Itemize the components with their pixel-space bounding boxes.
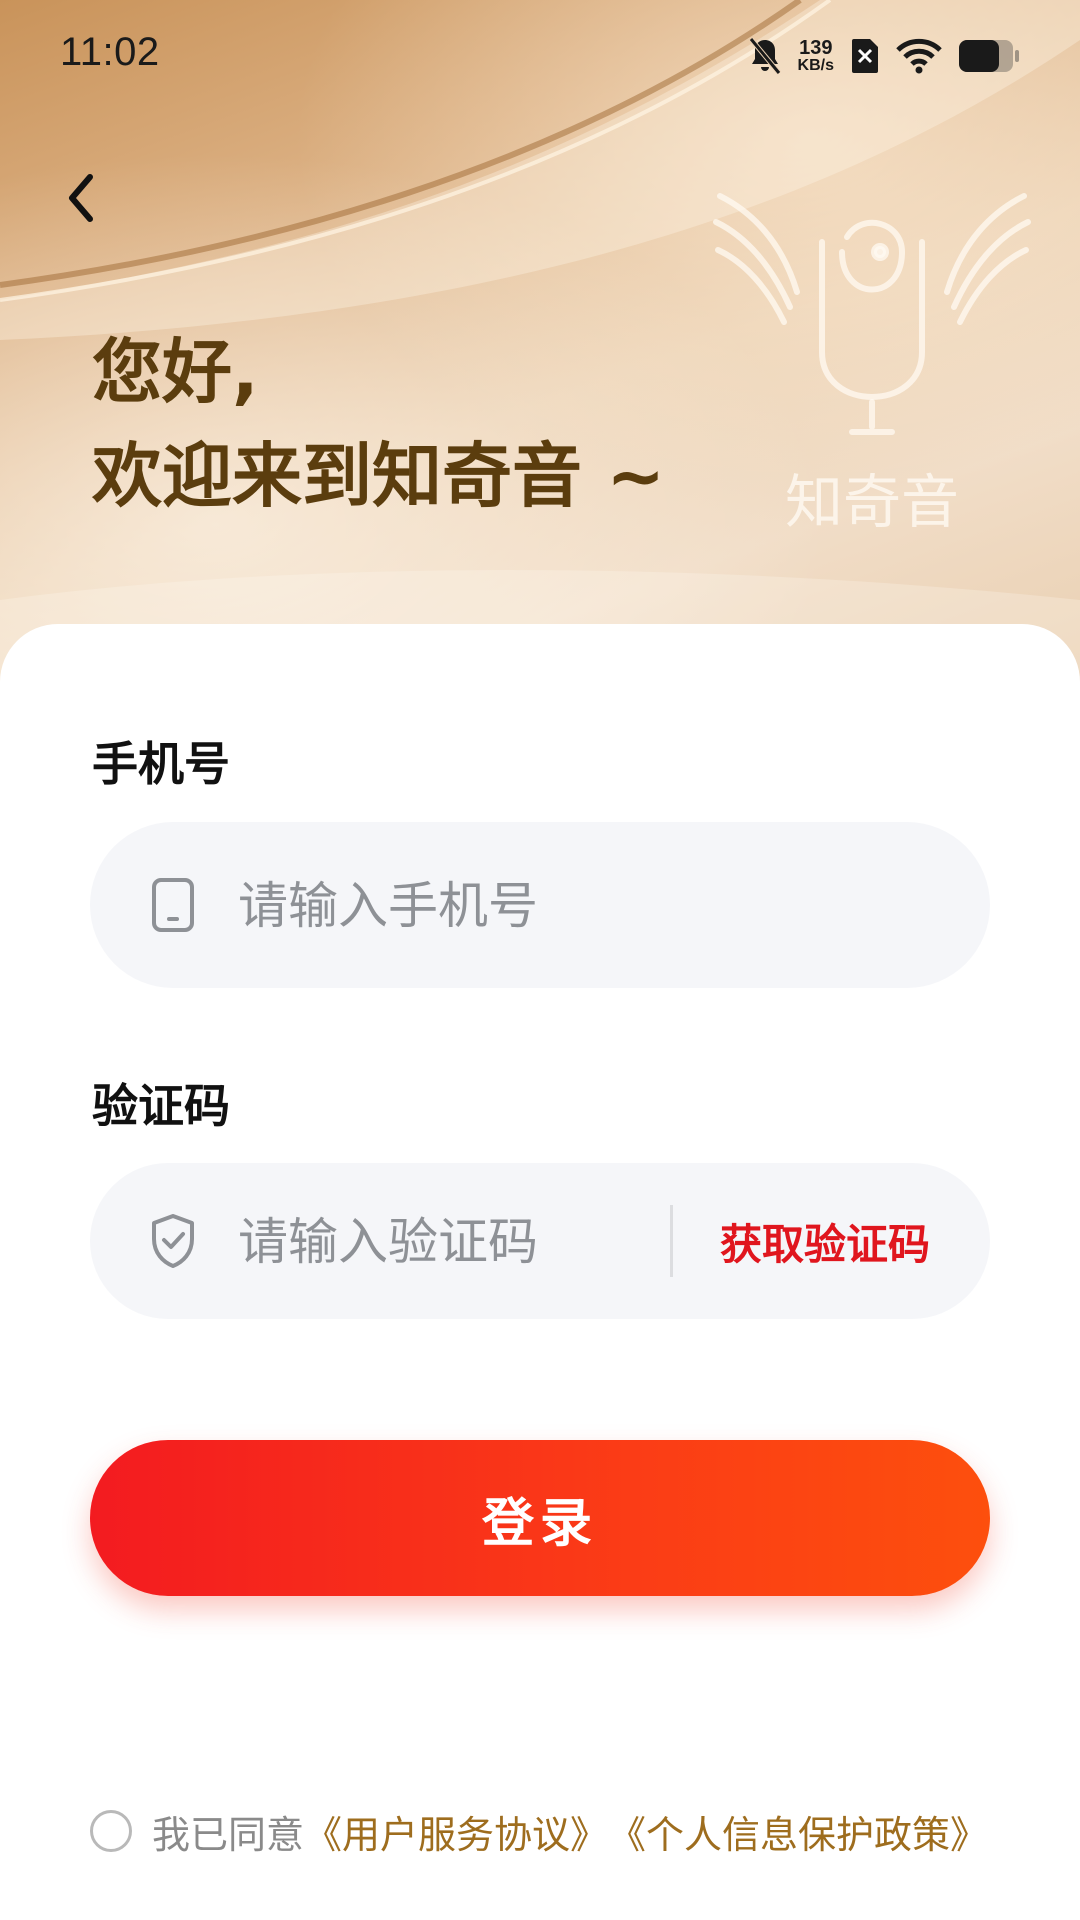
greeting-line-2: 欢迎来到知奇音 ~	[92, 435, 666, 517]
status-bar: 11:02 139 KB/s	[0, 0, 1080, 112]
bell-muted-icon	[748, 37, 781, 75]
net-speed-unit: KB/s	[797, 57, 834, 74]
wifi-icon	[896, 38, 942, 74]
get-code-button[interactable]: 获取验证码	[720, 1163, 930, 1319]
field-divider	[670, 1205, 673, 1277]
greeting: 您好, 欢迎来到知奇音 ~	[92, 320, 665, 528]
agree-checkbox[interactable]	[90, 1810, 132, 1852]
chevron-left-icon	[69, 174, 93, 222]
app-logo: 知奇音	[713, 193, 1031, 536]
phone-field[interactable]	[90, 822, 990, 990]
login-button[interactable]: 登录	[90, 1440, 990, 1596]
privacy-policy-link[interactable]: 《个人信息保护政策》	[608, 1804, 988, 1859]
agreement-prefix: 我已同意	[152, 1812, 305, 1857]
greeting-line-1: 您好,	[92, 331, 259, 413]
net-speed: 139 KB/s	[798, 38, 834, 74]
sim-off-icon	[852, 39, 878, 73]
phone-icon	[152, 878, 194, 932]
code-field[interactable]: 获取验证码	[90, 1163, 990, 1321]
code-input[interactable]	[236, 1163, 660, 1321]
logo-text: 知奇音	[785, 468, 959, 536]
back-button[interactable]	[56, 168, 106, 228]
user-agreement-link[interactable]: 《用户服务协议》	[304, 1804, 608, 1859]
agreement-row: 我已同意 《用户服务协议》 《个人信息保护政策》	[90, 1804, 988, 1859]
phone-label: 手机号	[92, 737, 230, 791]
status-time: 11:02	[60, 30, 160, 74]
battery-icon	[959, 40, 1019, 72]
phone-input[interactable]	[236, 822, 720, 990]
shield-check-icon	[152, 1214, 194, 1268]
net-speed-value: 139	[799, 37, 833, 59]
header-banner: 11:02 139 KB/s 知奇音 您好, 欢迎来到知奇音 ~	[0, 0, 1080, 700]
code-label: 验证码	[92, 1079, 230, 1133]
